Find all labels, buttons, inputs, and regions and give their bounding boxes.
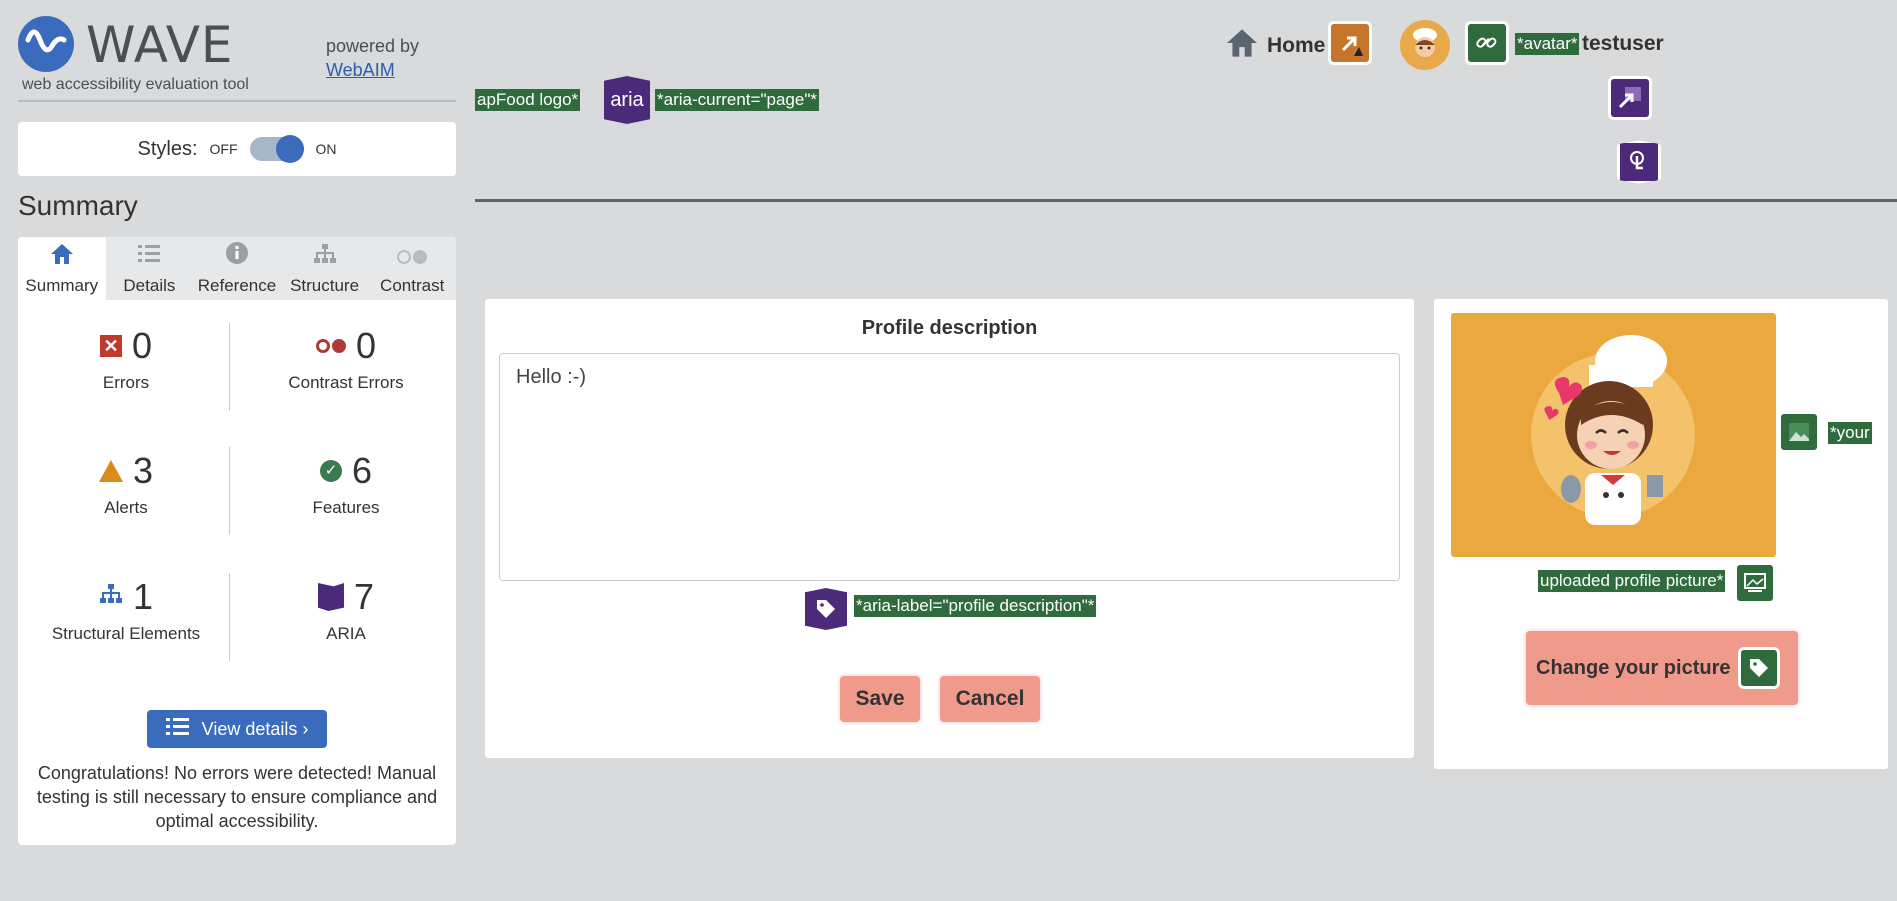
wave-logo: WAVE web accessibility evaluation tool p… [18,14,458,100]
error-icon: ✕ [99,335,122,357]
wave-logo-icon [18,16,74,72]
stat-features[interactable]: ✓ 6 Features [246,450,446,518]
divider [18,100,456,102]
stat-errors[interactable]: ✕ 0 Errors [26,325,226,393]
save-button[interactable]: Save [840,676,920,722]
features-count: 6 [351,450,373,491]
profile-picture-card: *your uploaded profile picture* Change y… [1434,299,1888,769]
tab-reference[interactable]: Reference [193,237,281,300]
change-picture-button[interactable]: Change your picture [1526,631,1798,705]
contrast-icon [396,246,428,270]
cancel-button[interactable]: Cancel [940,676,1040,722]
nav-home-link[interactable]: Home [1225,28,1325,64]
alerts-count: 3 [132,450,154,491]
aria-label: ARIA [326,624,366,643]
profile-description-title: Profile description [861,317,1038,339]
profile-picture [1451,313,1776,557]
tab-label: Contrast [380,276,445,295]
webaim-link[interactable]: WebAIM [326,60,395,80]
image-alt-icon[interactable] [1778,411,1820,453]
tag-icon [1738,647,1781,689]
stat-contrast-errors[interactable]: 0 Contrast Errors [246,325,446,393]
change-picture-label: Change your picture [1536,656,1731,679]
aria-label-icon[interactable] [805,588,847,630]
tab-summary[interactable]: Summary [18,237,106,300]
user-avatar[interactable] [1400,20,1450,70]
tab-contrast[interactable]: Contrast [368,237,456,300]
toggle-knob [275,135,304,163]
tab-label: Summary [25,276,99,295]
avatar-alt-tag[interactable]: *avatar* [1515,33,1580,55]
toggle-off-label: OFF [209,141,238,157]
image-alt-tag-partial[interactable]: *your [1828,422,1872,444]
tab-label: Structure [290,276,360,295]
view-details-label: View details › [201,718,309,739]
tab-details[interactable]: Details [106,237,194,300]
contrast-label: Contrast Errors [288,373,404,392]
features-label: Features [312,498,380,517]
view-details-button[interactable]: View details › [147,710,327,748]
wave-logo-text: WAVE [86,16,234,74]
alerts-label: Alerts [104,498,148,517]
logo-alt-tag[interactable]: apFood logo* [475,89,581,111]
aria-popup-icon[interactable] [1608,76,1652,120]
home-icon [50,243,74,270]
list-icon [137,243,161,270]
structural-count: 1 [132,576,154,617]
aria-icon [317,583,344,611]
aria-count: 7 [353,576,375,617]
home-icon [1225,28,1259,64]
aria-touch-icon[interactable] [1617,140,1661,184]
tab-structure[interactable]: Structure [281,237,369,300]
image-figure-icon[interactable] [1734,562,1776,604]
errors-count: 0 [131,325,153,366]
wave-logo-subtitle: web accessibility evaluation tool [22,76,249,93]
list-icon [165,717,190,742]
stats-divider [229,447,230,535]
stat-structural[interactable]: 1 Structural Elements [26,576,226,644]
linked-image-icon[interactable] [1465,21,1509,65]
stat-alerts[interactable]: 3 Alerts [26,450,226,518]
aria-current-tag[interactable]: *aria-current="page"* [655,89,819,111]
home-label: Home [1267,34,1326,57]
username[interactable]: testuser [1582,32,1664,56]
alert-redundant-link-icon[interactable] [1328,21,1372,65]
summary-heading: Summary [18,190,138,221]
sitemap-icon [313,243,337,270]
powered-by-text: powered by [326,36,420,56]
tab-label: Reference [197,276,277,295]
stats-divider [229,323,230,411]
powered-by: powered by WebAIM [326,34,419,82]
stats-divider [229,573,230,661]
wave-sidebar: WAVE web accessibility evaluation tool p… [0,0,475,901]
wave-tabs: Summary Details Reference Structure Cont… [18,237,456,300]
errors-label: Errors [102,373,150,392]
feature-check-icon: ✓ [319,460,342,482]
info-icon [225,241,249,270]
app-header: apFood logo* aria *aria-current="page"* … [475,0,1897,202]
profile-description-card: Profile description Hello :-) *aria-labe… [485,299,1414,758]
stat-aria[interactable]: 7 ARIA [246,576,446,644]
toggle-on-label: ON [315,141,337,157]
styles-toggle-box: Styles: OFF ON [18,122,456,176]
styles-label: Styles: [137,137,198,160]
uploaded-picture-tag[interactable]: uploaded profile picture* [1538,570,1726,592]
tab-label: Details [123,276,176,295]
structure-icon [99,583,123,611]
contrast-count: 0 [355,325,377,366]
summary-panel: Summary Details Reference Structure Cont… [18,237,456,845]
profile-description-textarea[interactable]: Hello :-) [499,353,1400,581]
aria-label-tag[interactable]: *aria-label="profile description"* [854,595,1097,617]
aria-badge-icon[interactable]: aria [604,76,650,124]
alert-icon [98,460,123,482]
structural-label: Structural Elements [51,624,201,643]
congrats-message: Congratulations! No errors were detected… [36,763,438,831]
contrast-error-icon [315,339,346,353]
styles-toggle[interactable] [249,135,304,163]
